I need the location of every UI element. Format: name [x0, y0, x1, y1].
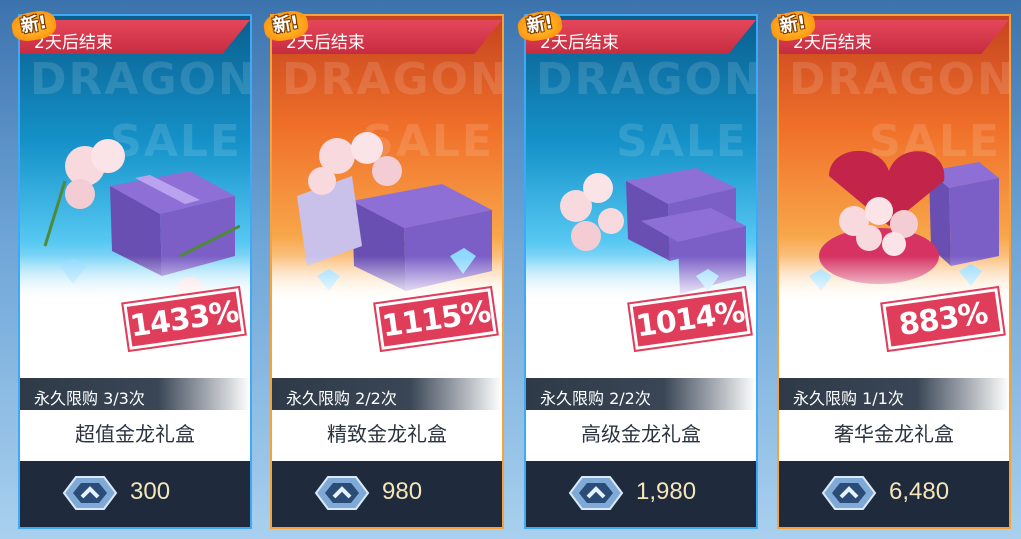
bonus-value: 1014%: [633, 294, 747, 344]
gift-shop: DRAGON SALE 2天后结束 1433% 永久限购 3/3次 超值金龙礼盒…: [0, 0, 1021, 539]
price-value: 980: [382, 478, 423, 505]
gift-card-3[interactable]: DRAGON SALE 2天后结束 1014% 永久限购 2/2次 高级金龙礼盒…: [515, 8, 758, 529]
gem-currency-icon: [821, 476, 877, 510]
bonus-value: 883%: [896, 295, 990, 343]
card-body: DRAGON SALE: [20, 16, 250, 527]
gift-card-2[interactable]: DRAGON SALE 2天后结束 1115% 永久限购 2/2次 精致金龙礼盒…: [261, 8, 504, 529]
purchase-limit-label: 永久限购 3/3次: [34, 389, 145, 408]
bonus-value: 1433%: [127, 294, 241, 344]
watermark-dragon: DRAGON: [30, 54, 250, 105]
new-badge-label: 新!: [525, 11, 555, 38]
purchase-limit-label: 永久限购 1/1次: [793, 389, 904, 408]
gift-card-4[interactable]: DRAGON SALE 2天后结束 883% 永久限购 1/1次 奢华金龙礼盒 …: [768, 8, 1011, 529]
gem-currency-icon: [568, 476, 624, 510]
purchase-limit-label: 永久限购 2/2次: [286, 389, 397, 408]
purchase-limit-bar: 永久限购 2/2次: [272, 378, 502, 410]
new-badge: 新!: [515, 8, 565, 44]
buy-button[interactable]: 980: [272, 461, 502, 527]
purchase-limit-label: 永久限购 2/2次: [540, 389, 651, 408]
watermark-dragon: DRAGON: [789, 54, 1009, 105]
gift-name: 精致金龙礼盒: [327, 422, 447, 446]
card-body: DRAGON SALE: [779, 16, 1009, 527]
buy-button[interactable]: 300: [20, 461, 250, 527]
gift-name: 高级金龙礼盒: [581, 422, 701, 446]
card-body: DRAGON SALE: [526, 16, 756, 527]
card-body: DRAGON SALE: [272, 16, 502, 527]
watermark-dragon: DRAGON: [536, 54, 756, 105]
buy-button[interactable]: 6,480: [779, 461, 1009, 527]
price-value: 6,480: [889, 478, 950, 505]
gift-name: 奢华金龙礼盒: [834, 422, 954, 446]
watermark-dragon: DRAGON: [282, 54, 502, 105]
new-badge-label: 新!: [778, 11, 808, 38]
new-badge: 新!: [261, 8, 311, 44]
new-badge: 新!: [768, 8, 818, 44]
gem-currency-icon: [314, 476, 370, 510]
bonus-value: 1115%: [379, 294, 493, 344]
buy-button[interactable]: 1,980: [526, 461, 756, 527]
price-value: 300: [130, 478, 171, 505]
gift-card-1[interactable]: DRAGON SALE 2天后结束 1433% 永久限购 3/3次 超值金龙礼盒…: [9, 8, 252, 529]
new-badge: 新!: [9, 8, 59, 44]
price-value: 1,980: [636, 478, 697, 505]
gem-currency-icon: [62, 476, 118, 510]
gift-name: 超值金龙礼盒: [75, 422, 195, 446]
new-badge-label: 新!: [271, 11, 301, 38]
new-badge-label: 新!: [19, 11, 49, 38]
purchase-limit-bar: 永久限购 1/1次: [779, 378, 1009, 410]
purchase-limit-bar: 永久限购 2/2次: [526, 378, 756, 410]
purchase-limit-bar: 永久限购 3/3次: [20, 378, 250, 410]
